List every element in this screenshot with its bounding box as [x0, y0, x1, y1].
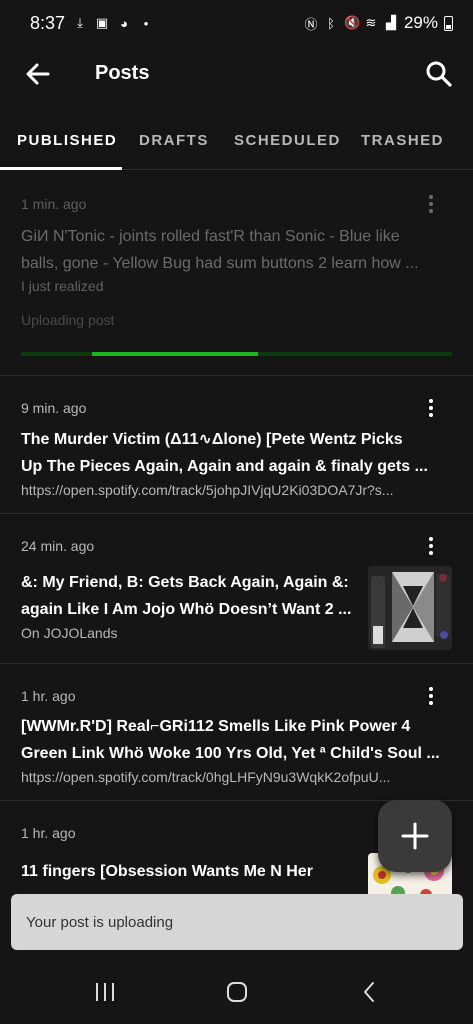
recent-apps-button[interactable]: [85, 976, 125, 1008]
plus-icon: [401, 822, 429, 850]
dot-icon: •: [143, 15, 149, 31]
post-item-uploading[interactable]: 1 min. ago GiИ N'Tonic - joints rolled f…: [0, 172, 473, 376]
mute-icon: 🔇: [343, 15, 361, 30]
status-bar: 8:37 ⤓ ▣ ◕ • Ⓝ ᛒ 🔇 ≋ ▟ 29%: [0, 0, 473, 46]
post-title-line-2: Up The Pieces Again, Again and again & f…: [21, 458, 428, 475]
post-title: 11 fingers [Obsession Wants Me N Her: [21, 858, 356, 888]
more-options-button[interactable]: [419, 192, 443, 216]
app-bar: Posts: [0, 46, 473, 102]
more-vert-icon: [429, 537, 433, 541]
system-back-button[interactable]: [350, 976, 390, 1008]
more-options-button[interactable]: [419, 534, 443, 558]
snackbar-message: Your post is uploading: [26, 913, 174, 931]
post-title-line-2: Green Link Whö Woke 100 Yrs Old, Yet ª C…: [21, 745, 440, 762]
more-options-button[interactable]: [419, 396, 443, 420]
post-title: The Murder Victim (Δ11∿Δlone) [Pete Went…: [21, 426, 461, 480]
post-time: 1 hr. ago: [21, 688, 76, 704]
post-title-line-2: balls, gone - Yellow Bug had sum buttons…: [21, 255, 419, 272]
post-title: GiИ N'Tonic - joints rolled fast'R than …: [21, 223, 461, 277]
battery-percent: 29%: [403, 13, 438, 32]
chevron-left-icon: [364, 982, 374, 1002]
search-icon: [426, 61, 452, 87]
page-title: Posts: [95, 62, 150, 84]
upload-status: Uploading post: [21, 312, 115, 328]
image-icon: ▣: [95, 15, 109, 30]
recents-icon: [96, 983, 114, 1001]
post-subtitle: On JOJOLands: [21, 625, 118, 641]
tab-bar: PUBLISHED DRAFTS SCHEDULED TRASHED: [0, 118, 473, 170]
tab-trashed[interactable]: TRASHED: [361, 132, 444, 149]
back-button[interactable]: [22, 58, 54, 90]
upload-progress-fill: [92, 352, 259, 356]
download-icon: ⤓: [77, 15, 83, 30]
signal-icon: ▟: [385, 15, 396, 30]
post-title-line-1: 11 fingers [Obsession Wants Me N Her: [21, 863, 313, 880]
status-time: 8:37: [30, 12, 66, 33]
more-vert-icon: [429, 687, 433, 691]
more-vert-icon: [429, 195, 433, 199]
post-item[interactable]: 9 min. ago The Murder Victim (Δ11∿Δlone)…: [0, 376, 473, 514]
tab-drafts[interactable]: DRAFTS: [139, 132, 209, 149]
post-subtitle: I just realized: [21, 278, 104, 294]
post-time: 1 hr. ago: [21, 825, 76, 841]
post-time: 24 min. ago: [21, 538, 95, 554]
post-title-line-1: GiИ N'Tonic - joints rolled fast'R than …: [21, 228, 400, 245]
post-item[interactable]: 1 hr. ago [WWMr.R'D] Real⌐GRi112 Smells …: [0, 664, 473, 801]
upload-progress-bar: [21, 352, 452, 356]
album-art-image: [368, 566, 452, 650]
home-button[interactable]: [217, 976, 257, 1008]
post-time: 9 min. ago: [21, 400, 87, 416]
post-title: [WWMr.R'D] Real⌐GRi112 Smells Like Pink …: [21, 713, 461, 767]
add-post-button[interactable]: [378, 800, 452, 872]
system-nav-bar: [0, 958, 473, 1024]
post-time: 1 min. ago: [21, 196, 87, 212]
post-title-line-1: The Murder Victim (Δ11∿Δlone) [Pete Went…: [21, 431, 403, 448]
post-title-line-1: &: My Friend, B: Gets Back Again, Again …: [21, 574, 349, 591]
nfc-icon: Ⓝ: [304, 16, 318, 32]
post-title: &: My Friend, B: Gets Back Again, Again …: [21, 569, 356, 623]
post-item[interactable]: 24 min. ago &: My Friend, B: Gets Back A…: [0, 514, 473, 664]
search-button[interactable]: [423, 58, 455, 90]
post-title-line-2: again Like I Am Jojo Whö Doesn’t Want 2 …: [21, 601, 352, 618]
more-options-button[interactable]: [419, 684, 443, 708]
active-tab-indicator: [0, 167, 122, 170]
more-vert-icon: [429, 399, 433, 403]
bluetooth-icon: ᛒ: [327, 15, 335, 31]
tab-published[interactable]: PUBLISHED: [17, 132, 117, 149]
post-title-line-1: [WWMr.R'D] Real⌐GRi112 Smells Like Pink …: [21, 718, 411, 735]
home-icon: [227, 982, 247, 1002]
post-subtitle: https://open.spotify.com/track/0hgLHFyN9…: [21, 769, 391, 785]
tab-scheduled[interactable]: SCHEDULED: [234, 132, 341, 149]
post-thumbnail: [368, 566, 452, 650]
messenger-icon: ◕: [120, 15, 128, 31]
snackbar: Your post is uploading: [11, 894, 463, 950]
battery-icon: [444, 15, 453, 31]
post-subtitle: https://open.spotify.com/track/5johpJIVj…: [21, 482, 394, 498]
arrow-left-icon: [26, 63, 50, 85]
wifi-icon: ≋: [365, 15, 377, 30]
